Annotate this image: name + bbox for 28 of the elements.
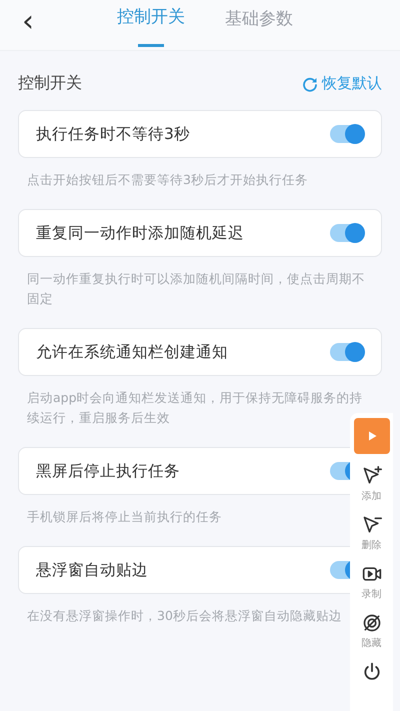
power-icon (362, 662, 382, 682)
cursor-minus-icon (362, 515, 382, 535)
toolbar-button[interactable]: 隐藏 (362, 613, 382, 650)
play-button[interactable] (354, 418, 390, 454)
restore-default-button[interactable]: 恢复默认 (302, 74, 382, 93)
toolbar-button[interactable]: 添加 (362, 466, 382, 503)
setting-label: 黑屏后停止执行任务 (36, 460, 180, 482)
setting-label: 允许在系统通知栏创建通知 (36, 342, 228, 362)
back-button[interactable]: ‹ (8, 7, 48, 43)
toolbar-button[interactable]: 删除 (362, 515, 382, 552)
section-title: 控制开关 (18, 73, 82, 94)
setting-description: 点击开始按钮后不需要等待3秒后才开始执行任务 (27, 171, 309, 189)
setting-description: 同一动作重复执行时可以添加随机间隔时间，使点击周期不固定 (27, 270, 366, 308)
refresh-icon (302, 76, 318, 92)
setting-label: 执行任务时不等待3秒 (36, 124, 190, 144)
setting-description: 在没有悬浮窗操作时，30秒后会将悬浮窗自动隐藏贴边 (27, 607, 343, 625)
setting-label: 重复同一动作时添加随机延迟 (36, 222, 244, 244)
setting-description: 启动app时会向通知栏发送通知，用于保持无障碍服务的持续运行，重启服务后生效 (27, 389, 364, 427)
setting-label: 悬浮窗自动贴边 (36, 560, 148, 580)
setting-description: 手机锁屏后将停止当前执行的任务 (27, 508, 223, 526)
tab[interactable]: 基础参数 (225, 0, 293, 50)
toolbar-button[interactable] (362, 662, 382, 682)
toggle-switch[interactable] (330, 224, 364, 242)
toggle-switch[interactable] (330, 343, 364, 361)
cursor-plus-icon (362, 466, 382, 486)
toolbar-button[interactable]: 录制 (362, 564, 382, 601)
toggle-switch[interactable] (330, 125, 364, 143)
eye-off-icon (362, 613, 382, 633)
